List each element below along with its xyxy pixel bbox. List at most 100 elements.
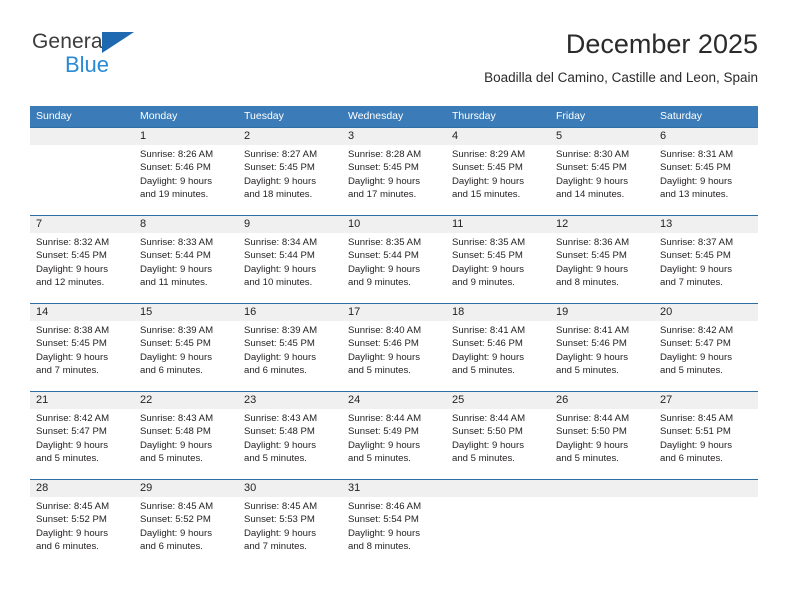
- calendar-day-cell[interactable]: 25 Sunrise: 8:44 AM Sunset: 5:50 PM Dayligh…: [446, 391, 550, 480]
- day-number: 5: [550, 128, 654, 145]
- sunrise-time: Sunrise: 8:41 AM: [452, 325, 526, 336]
- weekday-header-wednesday: Wednesday: [342, 106, 446, 128]
- day-details: Sunrise: 8:42 AM Sunset: 5:47 PM Daylight:…: [654, 321, 758, 378]
- calendar-day-cell[interactable]: 15 Sunrise: 8:39 AM Sunset: 5:45 PM Dayligh…: [134, 303, 238, 392]
- calendar-day-cell[interactable]: 5 Sunrise: 8:30 AM Sunset: 5:45 PM Daylight…: [550, 127, 654, 216]
- sunset-time: Sunset: 5:45 PM: [452, 162, 523, 174]
- day-cell-inner: 12 Sunrise: 8:36 AM Sunset: 5:45 PM Dayligh…: [550, 216, 654, 303]
- calendar-day-cell[interactable]: 16 Sunrise: 8:39 AM Sunset: 5:45 PM Dayligh…: [238, 303, 342, 392]
- sunrise-time: Sunrise: 8:42 AM: [660, 325, 734, 336]
- daylight-duration-line1: Daylight: 9 hours: [348, 351, 420, 363]
- weekday-header-saturday: Saturday: [654, 106, 758, 128]
- calendar-day-cell[interactable]: 19 Sunrise: 8:41 AM Sunset: 5:46 PM Dayligh…: [550, 303, 654, 392]
- sunrise-time: Sunrise: 8:42 AM: [36, 413, 110, 424]
- day-details: Sunrise: 8:44 AM Sunset: 5:50 PM Daylight:…: [550, 409, 654, 466]
- daylight-duration-line2: and 5 minutes.: [244, 453, 307, 465]
- calendar-day-cell[interactable]: 8 Sunrise: 8:33 AM Sunset: 5:44 PM Daylight…: [134, 215, 238, 304]
- day-cell-inner: 2 Sunrise: 8:27 AM Sunset: 5:45 PM Daylight…: [238, 128, 342, 215]
- daylight-duration-line2: and 18 minutes.: [244, 189, 313, 201]
- daylight-duration-line1: Daylight: 9 hours: [660, 351, 732, 363]
- sunrise-time: Sunrise: 8:26 AM: [140, 149, 214, 160]
- calendar-day-cell[interactable]: 18 Sunrise: 8:41 AM Sunset: 5:46 PM Dayligh…: [446, 303, 550, 392]
- day-cell-inner: 30 Sunrise: 8:45 AM Sunset: 5:53 PM Dayligh…: [238, 480, 342, 567]
- calendar-day-cell[interactable]: 9 Sunrise: 8:34 AM Sunset: 5:44 PM Daylight…: [238, 215, 342, 304]
- day-cell-inner: 10 Sunrise: 8:35 AM Sunset: 5:44 PM Dayligh…: [342, 216, 446, 303]
- day-number: 10: [342, 216, 446, 233]
- calendar-day-cell[interactable]: 2 Sunrise: 8:27 AM Sunset: 5:45 PM Daylight…: [238, 127, 342, 216]
- daylight-duration-line2: and 5 minutes.: [348, 365, 411, 377]
- daylight-duration-line1: Daylight: 9 hours: [244, 439, 316, 451]
- sunrise-time: Sunrise: 8:37 AM: [660, 237, 734, 248]
- daylight-duration-line1: Daylight: 9 hours: [140, 527, 212, 539]
- calendar-day-cell[interactable]: 1 Sunrise: 8:26 AM Sunset: 5:46 PM Daylight…: [134, 127, 238, 216]
- daylight-duration-line2: and 5 minutes.: [140, 453, 203, 465]
- sunrise-time: Sunrise: 8:46 AM: [348, 501, 422, 512]
- day-number: 1: [134, 128, 238, 145]
- day-details: Sunrise: 8:41 AM Sunset: 5:46 PM Daylight:…: [446, 321, 550, 378]
- calendar-day-cell[interactable]: 20 Sunrise: 8:42 AM Sunset: 5:47 PM Dayligh…: [654, 303, 758, 392]
- day-number: [446, 480, 550, 497]
- calendar-day-cell[interactable]: 24 Sunrise: 8:44 AM Sunset: 5:49 PM Dayligh…: [342, 391, 446, 480]
- day-cell-inner: 20 Sunrise: 8:42 AM Sunset: 5:47 PM Dayligh…: [654, 304, 758, 391]
- sunset-time: Sunset: 5:44 PM: [140, 250, 211, 262]
- day-details: Sunrise: 8:39 AM Sunset: 5:45 PM Daylight:…: [134, 321, 238, 378]
- day-details: Sunrise: 8:45 AM Sunset: 5:53 PM Daylight:…: [238, 497, 342, 554]
- daylight-duration-line1: Daylight: 9 hours: [140, 439, 212, 451]
- calendar-week-row: 7 Sunrise: 8:32 AM Sunset: 5:45 PM Daylight…: [30, 215, 758, 304]
- calendar-table: Sunday Monday Tuesday Wednesday Thursday…: [30, 106, 758, 567]
- calendar-day-cell[interactable]: 4 Sunrise: 8:29 AM Sunset: 5:45 PM Daylight…: [446, 127, 550, 216]
- calendar-day-cell[interactable]: 13 Sunrise: 8:37 AM Sunset: 5:45 PM Dayligh…: [654, 215, 758, 304]
- calendar-day-cell[interactable]: 11 Sunrise: 8:35 AM Sunset: 5:45 PM Dayligh…: [446, 215, 550, 304]
- calendar-day-cell[interactable]: 10 Sunrise: 8:35 AM Sunset: 5:44 PM Dayligh…: [342, 215, 446, 304]
- page-header: General Blue December 2025 Boadilla del …: [30, 28, 758, 100]
- sunrise-time: Sunrise: 8:44 AM: [452, 413, 526, 424]
- day-details: Sunrise: 8:26 AM Sunset: 5:46 PM Daylight:…: [134, 145, 238, 202]
- calendar-day-cell[interactable]: 26 Sunrise: 8:44 AM Sunset: 5:50 PM Dayligh…: [550, 391, 654, 480]
- sunset-time: Sunset: 5:53 PM: [244, 514, 315, 526]
- logo-text-general: General: [32, 30, 108, 53]
- calendar-day-cell[interactable]: 17 Sunrise: 8:40 AM Sunset: 5:46 PM Dayligh…: [342, 303, 446, 392]
- sunset-time: Sunset: 5:50 PM: [452, 426, 523, 438]
- day-number: 15: [134, 304, 238, 321]
- calendar-day-cell[interactable]: 28 Sunrise: 8:45 AM Sunset: 5:52 PM Dayligh…: [30, 479, 134, 567]
- calendar-day-cell[interactable]: 29 Sunrise: 8:45 AM Sunset: 5:52 PM Dayligh…: [134, 479, 238, 567]
- calendar-day-cell[interactable]: 30 Sunrise: 8:45 AM Sunset: 5:53 PM Dayligh…: [238, 479, 342, 567]
- calendar-day-cell[interactable]: 31 Sunrise: 8:46 AM Sunset: 5:54 PM Dayligh…: [342, 479, 446, 567]
- sunset-time: Sunset: 5:54 PM: [348, 514, 419, 526]
- day-cell-inner: 22 Sunrise: 8:43 AM Sunset: 5:48 PM Dayligh…: [134, 392, 238, 479]
- day-details: Sunrise: 8:45 AM Sunset: 5:52 PM Daylight:…: [30, 497, 134, 554]
- sunset-time: Sunset: 5:44 PM: [244, 250, 315, 262]
- calendar-day-cell[interactable]: 23 Sunrise: 8:43 AM Sunset: 5:48 PM Dayligh…: [238, 391, 342, 480]
- calendar-day-cell[interactable]: 14 Sunrise: 8:38 AM Sunset: 5:45 PM Dayligh…: [30, 303, 134, 392]
- daylight-duration-line1: Daylight: 9 hours: [452, 175, 524, 187]
- calendar-day-cell[interactable]: 3 Sunrise: 8:28 AM Sunset: 5:45 PM Daylight…: [342, 127, 446, 216]
- day-details: Sunrise: 8:35 AM Sunset: 5:45 PM Daylight:…: [446, 233, 550, 290]
- daylight-duration-line2: and 7 minutes.: [660, 277, 723, 289]
- day-cell-inner: [550, 480, 654, 567]
- sunset-time: Sunset: 5:45 PM: [244, 338, 315, 350]
- calendar-day-cell[interactable]: 22 Sunrise: 8:43 AM Sunset: 5:48 PM Dayligh…: [134, 391, 238, 480]
- sunset-time: Sunset: 5:44 PM: [348, 250, 419, 262]
- day-details: Sunrise: 8:45 AM Sunset: 5:52 PM Daylight:…: [134, 497, 238, 554]
- daylight-duration-line1: Daylight: 9 hours: [348, 527, 420, 539]
- calendar-day-cell[interactable]: 27 Sunrise: 8:45 AM Sunset: 5:51 PM Dayligh…: [654, 391, 758, 480]
- day-details: Sunrise: 8:28 AM Sunset: 5:45 PM Daylight:…: [342, 145, 446, 202]
- day-number: 20: [654, 304, 758, 321]
- sunset-time: Sunset: 5:45 PM: [660, 250, 731, 262]
- general-blue-logo[interactable]: General Blue: [32, 30, 232, 86]
- logo-triangle-icon: [102, 32, 134, 53]
- sunset-time: Sunset: 5:45 PM: [140, 338, 211, 350]
- calendar-day-cell[interactable]: 21 Sunrise: 8:42 AM Sunset: 5:47 PM Dayligh…: [30, 391, 134, 480]
- weekday-header-monday: Monday: [134, 106, 238, 128]
- calendar-day-cell[interactable]: 12 Sunrise: 8:36 AM Sunset: 5:45 PM Dayligh…: [550, 215, 654, 304]
- day-number: 13: [654, 216, 758, 233]
- calendar-day-cell[interactable]: 7 Sunrise: 8:32 AM Sunset: 5:45 PM Daylight…: [30, 215, 134, 304]
- day-cell-inner: 19 Sunrise: 8:41 AM Sunset: 5:46 PM Dayligh…: [550, 304, 654, 391]
- day-details: Sunrise: 8:35 AM Sunset: 5:44 PM Daylight:…: [342, 233, 446, 290]
- day-cell-inner: 13 Sunrise: 8:37 AM Sunset: 5:45 PM Dayligh…: [654, 216, 758, 303]
- day-details: Sunrise: 8:40 AM Sunset: 5:46 PM Daylight:…: [342, 321, 446, 378]
- day-number: 23: [238, 392, 342, 409]
- day-details: Sunrise: 8:34 AM Sunset: 5:44 PM Daylight:…: [238, 233, 342, 290]
- weekday-header-row: Sunday Monday Tuesday Wednesday Thursday…: [30, 106, 758, 128]
- calendar-day-cell[interactable]: 6 Sunrise: 8:31 AM Sunset: 5:45 PM Daylight…: [654, 127, 758, 216]
